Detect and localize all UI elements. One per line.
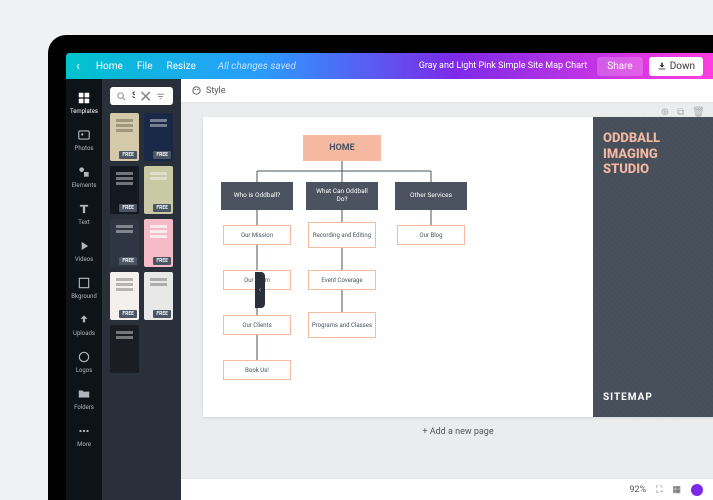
search-input[interactable] [132,91,135,101]
node-leaf[interactable]: Our Mission [223,225,291,245]
filter-icon[interactable] [155,90,167,102]
rail-text[interactable]: Text [66,196,102,231]
design-page[interactable]: HOME Who is Oddball? What Can Oddball Do… [203,117,713,417]
download-icon [657,61,667,71]
rail-photos[interactable]: Photos [66,122,102,157]
add-new-page-button[interactable]: + Add a new page [203,427,713,437]
node-category[interactable]: What Can Oddball Do? [306,182,378,210]
folders-icon [76,386,92,402]
download-button[interactable]: Down [649,57,703,76]
node-leaf[interactable]: Recording and Editing [308,222,376,248]
template-thumb[interactable]: FREE [110,272,139,320]
search-field[interactable]: ✕ [110,87,173,105]
rail-folders[interactable]: Folders [66,381,102,416]
rail-videos[interactable]: Videos [66,233,102,268]
logos-icon [76,349,92,365]
template-thumb[interactable]: FREE [144,219,173,267]
rail-logos[interactable]: Logos [66,344,102,379]
template-thumb[interactable]: FREE [110,219,139,267]
text-icon [76,201,92,217]
more-icon [76,423,92,439]
home-link[interactable]: Home [96,61,123,72]
zoom-level[interactable]: 92% [629,485,646,495]
save-status: All changes saved [218,61,296,72]
download-label: Down [670,61,695,72]
background-icon [76,275,92,291]
search-icon [116,90,128,102]
rail-elements[interactable]: Elements [66,159,102,194]
fullscreen-icon[interactable]: ⛶ [656,485,662,495]
brand-footer: SITEMAP [603,392,703,403]
template-thumb[interactable]: FREE [144,113,173,161]
template-thumb[interactable]: FREE [144,272,173,320]
rail-more[interactable]: More [66,418,102,453]
uploads-icon [76,312,92,328]
brand-panel[interactable]: ODDBALL IMAGING STUDIO SITEMAP [593,117,713,417]
clear-search-icon[interactable]: ✕ [139,90,151,102]
share-button[interactable]: Share [597,57,642,76]
bottom-bar: 92% ⛶ ▦ [181,478,713,500]
template-thumb[interactable]: FREE [144,166,173,214]
node-leaf[interactable]: Our Blog [397,225,465,245]
rail-templates[interactable]: Templates [66,85,102,120]
brand-title-line: STUDIO [603,162,703,178]
photos-icon [76,127,92,143]
rail-uploads[interactable]: Uploads [66,307,102,342]
sitemap-chart: HOME Who is Oddball? What Can Oddball Do… [203,117,593,417]
node-leaf[interactable]: Book Us! [223,360,291,380]
resize-menu[interactable]: Resize [167,61,196,72]
templates-panel: ✕ FREE FREE FREE FREE FREE FREE FREE FRE… [102,79,181,500]
node-category[interactable]: Who is Oddball? [221,182,293,210]
node-leaf[interactable]: Programs and Classes [308,312,376,338]
templates-icon [76,90,92,106]
style-icon [191,85,202,96]
style-button[interactable]: Style [206,86,226,96]
collapse-panel-button[interactable]: ‹ [255,272,265,308]
node-leaf[interactable]: Event Coverage [308,270,376,290]
top-toolbar: ‹ Home File Resize All changes saved Gra… [66,53,713,79]
template-thumb[interactable]: FREE [110,166,139,214]
rail-background[interactable]: Bkground [66,270,102,305]
grid-view-icon[interactable]: ▦ [672,485,681,495]
context-toolbar: Style [181,79,713,103]
node-home[interactable]: HOME [303,135,381,161]
node-leaf[interactable]: Our Clients [223,315,291,335]
elements-icon [76,164,92,180]
template-thumb[interactable] [110,325,139,373]
videos-icon [76,238,92,254]
back-icon[interactable]: ‹ [76,59,80,74]
sidebar-rail: Templates Photos Elements Text Videos Bk… [66,79,102,500]
node-category[interactable]: Other Services [395,182,467,210]
document-name[interactable]: Gray and Light Pink Simple Site Map Char… [419,61,587,71]
brand-title-line: IMAGING [603,147,703,163]
template-thumb[interactable]: FREE [110,113,139,161]
help-button[interactable] [691,484,703,496]
file-menu[interactable]: File [137,61,153,72]
brand-title-line: ODDBALL [603,131,703,147]
